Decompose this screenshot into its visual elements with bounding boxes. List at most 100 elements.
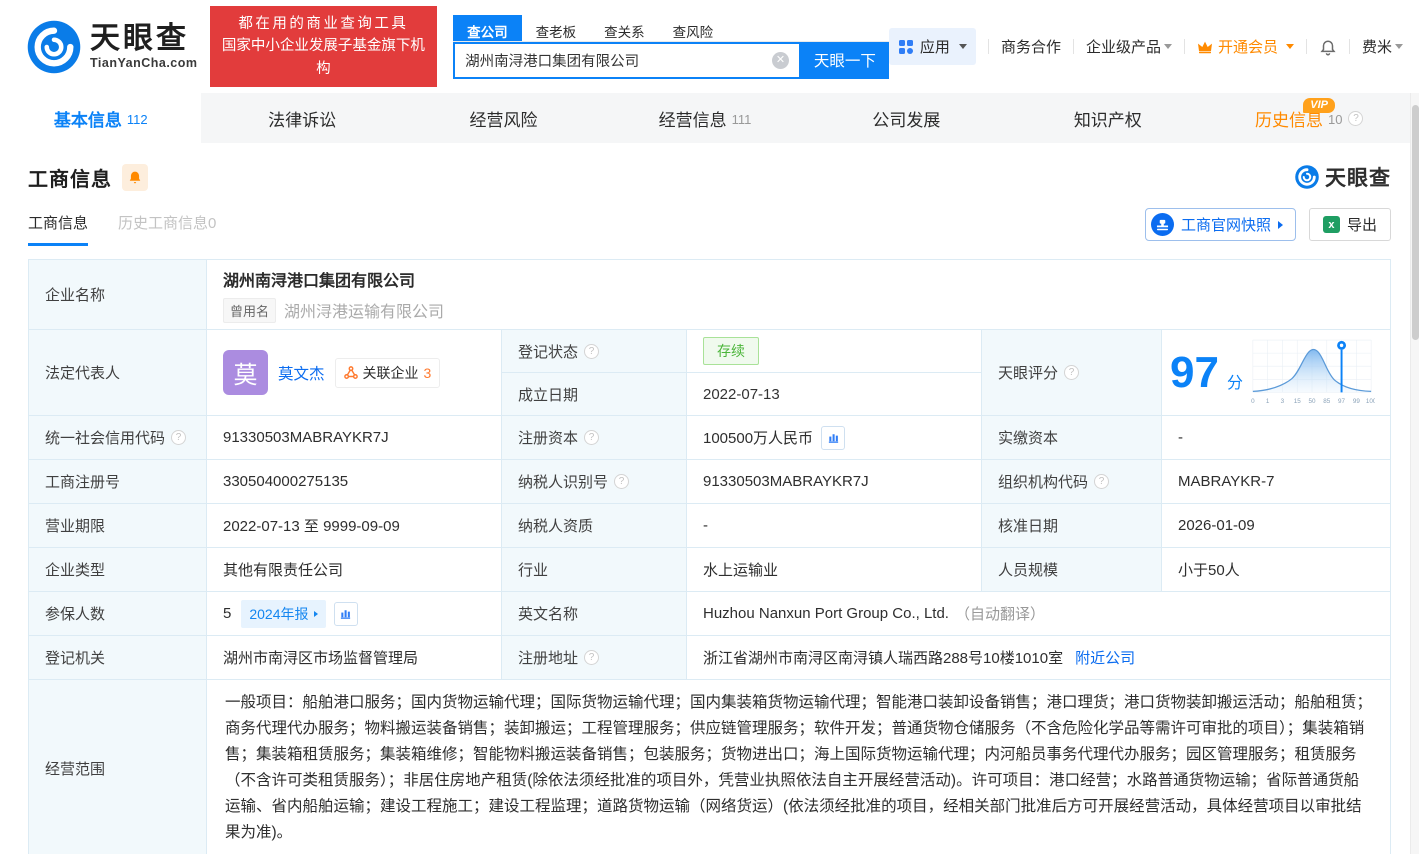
username: 费米	[1361, 39, 1392, 56]
legal-rep-label: 法定代表人	[29, 330, 207, 416]
svg-text:99: 99	[1353, 398, 1361, 405]
search-tabs: 查公司 查老板 查关系 查风险	[453, 14, 889, 42]
industry: 水上运输业	[687, 548, 982, 592]
subtab-history-business-info[interactable]: 历史工商信息0	[118, 212, 216, 246]
insured-trend-icon[interactable]	[333, 601, 358, 626]
table-row: 企业类型 其他有限责任公司 行业 水上运输业 人员规模 小于50人	[29, 548, 1391, 592]
notification-bell-icon[interactable]	[1319, 37, 1337, 56]
paid-capital: -	[1162, 416, 1391, 460]
clear-search-icon[interactable]: ✕	[771, 51, 789, 69]
help-icon[interactable]: ?	[584, 430, 600, 445]
capital-trend-icon[interactable]	[821, 425, 846, 450]
main-tabbar: 基本信息 112 法律诉讼 经营风险 经营信息 111 公司发展 知识产权 VI…	[0, 93, 1410, 143]
table-row: 统一社会信用代码? 91330503MABRAYKR7J 注册资本? 10050…	[29, 416, 1391, 460]
tab-company-development[interactable]: 公司发展	[806, 93, 1007, 143]
slogan-line2: 国家中小企业发展子基金旗下机构	[221, 38, 425, 77]
svg-text:1: 1	[1266, 398, 1270, 405]
vip-badge: VIP	[1303, 98, 1335, 113]
table-row: 企业名称 湖州南浔港口集团有限公司 曾用名 湖州浔港运输有限公司	[29, 260, 1391, 330]
top-nav: 应用 商务合作 企业级产品 开通会员 费米	[888, 28, 1403, 65]
company-name[interactable]: 湖州南浔港口集团有限公司	[223, 267, 415, 291]
tianyancha-swirl-icon	[27, 20, 81, 73]
english-name: Huzhou Nanxun Port Group Co., Ltd.	[703, 605, 949, 622]
svg-text:50: 50	[1308, 398, 1316, 405]
company-name-label: 企业名称	[29, 260, 207, 330]
score-cell: 97 分 0 1 3 15 50 85 97 99 10	[1162, 330, 1391, 416]
tab-count: 112	[126, 111, 148, 127]
reg-number-label: 工商注册号	[29, 460, 207, 504]
scrollbar-track[interactable]	[1410, 93, 1419, 854]
search-tab-relation[interactable]: 查关系	[590, 15, 659, 41]
scrollbar-thumb[interactable]	[1412, 105, 1419, 340]
chevron-down-icon	[1163, 44, 1172, 49]
subscribe-bell-button[interactable]	[122, 163, 148, 191]
registered-address: 浙江省湖州市南浔区南浔镇人瑞西路288号10楼1010室	[703, 650, 1064, 667]
open-vip-menu[interactable]: 开通会员	[1197, 36, 1294, 57]
related-companies-tag[interactable]: 关联企业 3	[334, 357, 441, 388]
annual-report-tag[interactable]: 2024年报	[241, 599, 326, 628]
svg-text:0: 0	[1251, 398, 1255, 405]
help-icon[interactable]: ?	[584, 343, 600, 359]
taxpayer-quality: -	[687, 504, 982, 548]
legal-rep-name-link[interactable]: 莫文杰	[278, 362, 325, 384]
content: 工商信息 天眼查 工商信息 历史工商信息0 工商官网快照 x 导出 企业名称 湖…	[0, 162, 1419, 854]
tab-history-info[interactable]: VIP 历史信息 10 ?	[1209, 93, 1410, 143]
search-submit-button[interactable]: 天眼一下	[800, 41, 889, 79]
network-icon	[343, 365, 358, 379]
business-cooperation-link[interactable]: 商务合作	[1001, 36, 1061, 57]
tianyancha-logo[interactable]: 天眼查 TianYanCha.com	[25, 18, 198, 76]
search-area: 查公司 查老板 查关系 查风险 ✕ 天眼一下	[453, 14, 889, 79]
credit-code-label: 统一社会信用代码?	[29, 416, 207, 460]
export-button[interactable]: x 导出	[1308, 208, 1391, 241]
search-tab-company[interactable]: 查公司	[453, 14, 522, 41]
help-icon[interactable]: ?	[584, 650, 600, 665]
business-term: 2022-07-13 至 9999-09-09	[207, 504, 502, 548]
table-row: 营业期限 2022-07-13 至 9999-09-09 纳税人资质 - 核准日…	[29, 504, 1391, 548]
insured-count: 5	[223, 605, 232, 622]
tab-intellectual-property[interactable]: 知识产权	[1007, 93, 1208, 143]
apps-label: 应用	[919, 39, 950, 56]
related-count: 3	[423, 364, 432, 381]
staff-size-label: 人员规模	[982, 548, 1162, 592]
business-info-table: 企业名称 湖州南浔港口集团有限公司 曾用名 湖州浔港运输有限公司 法定代表人 莫…	[28, 259, 1391, 854]
help-icon[interactable]: ?	[1094, 474, 1110, 489]
score-curve-chart: 0 1 3 15 50 85 97 99 100	[1251, 339, 1375, 405]
svg-text:15: 15	[1294, 398, 1302, 405]
help-icon[interactable]: ?	[171, 430, 187, 445]
legal-rep-avatar[interactable]: 莫	[223, 350, 268, 395]
credit-code: 91330503MABRAYKR7J	[207, 416, 502, 460]
auto-translate-note: （自动翻译）	[954, 606, 1045, 623]
insured-label: 参保人数	[29, 592, 207, 636]
tab-basic-info[interactable]: 基本信息 112	[0, 93, 202, 143]
former-name: 湖州浔港运输有限公司	[284, 304, 445, 321]
official-snapshot-button[interactable]: 工商官网快照	[1144, 208, 1296, 241]
reg-status-label: 登记状态?	[502, 330, 687, 373]
arrow-right-icon	[1277, 220, 1283, 229]
taxpayer-quality-label: 纳税人资质	[502, 504, 687, 548]
svg-text:100: 100	[1366, 398, 1375, 405]
search-tab-boss[interactable]: 查老板	[522, 15, 591, 41]
taxpayer-id-label: 纳税人识别号?	[502, 460, 687, 504]
enterprise-products-menu[interactable]: 企业级产品	[1086, 36, 1172, 57]
tab-operation-info[interactable]: 经营信息 111	[604, 93, 805, 143]
help-icon[interactable]: ?	[614, 474, 630, 489]
table-row: 工商注册号 330504000275135 纳税人识别号? 91330503MA…	[29, 460, 1391, 504]
reg-capital: 100500万人民币	[703, 430, 814, 447]
table-row: 法定代表人 莫 莫文杰 关联企业 3 登记状态? 存续 成立日期 2022-07…	[29, 330, 1391, 416]
search-tab-risk[interactable]: 查风险	[659, 15, 728, 41]
establish-date: 2022-07-13	[687, 373, 982, 416]
tab-operation-risk[interactable]: 经营风险	[403, 93, 604, 143]
svg-text:85: 85	[1323, 398, 1331, 405]
tab-count: 10	[1328, 111, 1343, 127]
subtab-business-info[interactable]: 工商信息	[28, 212, 89, 246]
score-value: 97	[1170, 347, 1219, 397]
nearby-companies-link[interactable]: 附近公司	[1075, 647, 1135, 668]
search-input[interactable]	[465, 52, 772, 68]
tab-count: 111	[731, 111, 752, 127]
user-menu[interactable]: 费米	[1362, 36, 1403, 57]
help-icon[interactable]: ?	[1348, 110, 1364, 126]
section-title: 工商信息	[28, 168, 112, 191]
help-icon[interactable]: ?	[1064, 365, 1080, 380]
tab-legal-litigation[interactable]: 法律诉讼	[201, 93, 402, 143]
apps-menu[interactable]: 应用	[888, 28, 976, 65]
